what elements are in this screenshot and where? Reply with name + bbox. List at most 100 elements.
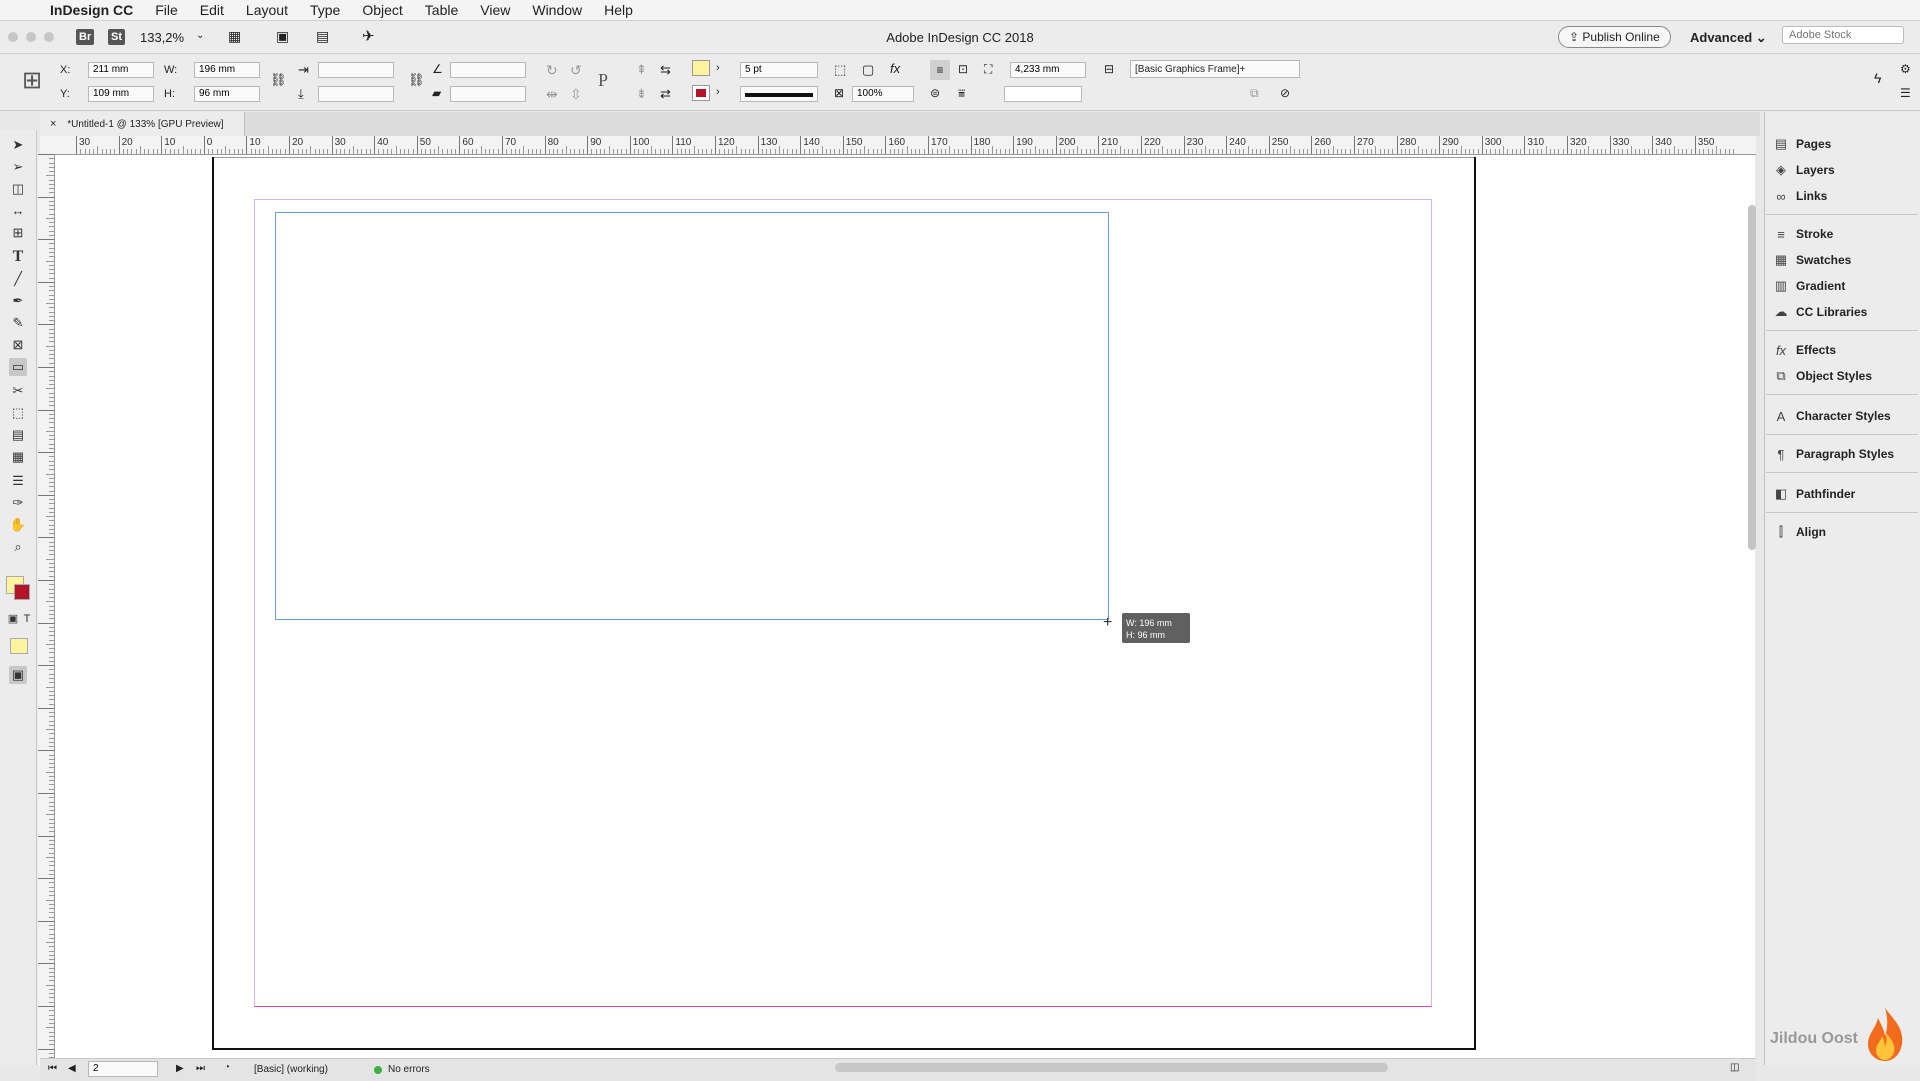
panel-effects[interactable]: fxEffects — [1772, 340, 1836, 360]
gradient-feather-tool-icon[interactable]: ▦ — [9, 448, 27, 466]
panel-paragraph-styles[interactable]: ¶Paragraph Styles — [1772, 444, 1894, 464]
stroke-type-select[interactable] — [740, 86, 818, 102]
frame-fitting-icon[interactable]: ⬚ — [834, 62, 846, 78]
menu-edit[interactable]: Edit — [200, 2, 224, 18]
preflight-profile[interactable]: [Basic] (working) — [254, 1064, 328, 1075]
panel-links[interactable]: ∞Links — [1772, 186, 1827, 206]
opacity-input[interactable] — [852, 86, 914, 102]
menu-window[interactable]: Window — [532, 2, 582, 18]
rectangle-frame-tool-icon[interactable]: ⊠ — [9, 336, 27, 354]
type-tool-icon[interactable]: T — [9, 248, 27, 266]
publish-rocket-icon[interactable]: ✈ — [362, 27, 375, 45]
workspace-switcher[interactable]: Advanced ⌄ — [1690, 30, 1767, 46]
split-layout-icon[interactable]: ◫ — [1730, 1062, 1739, 1073]
selection-tool-icon[interactable]: ➤ — [9, 136, 27, 154]
wrap-offset-input[interactable] — [1010, 62, 1086, 78]
publish-online-button[interactable]: ⇪ Publish Online — [1558, 26, 1671, 48]
apply-color-icon[interactable] — [10, 638, 28, 654]
pen-tool-icon[interactable]: ✒ — [9, 292, 27, 310]
vertical-ruler[interactable] — [38, 154, 55, 1066]
horizontal-scrollbar[interactable] — [835, 1063, 1388, 1072]
clear-overrides-icon[interactable]: ⧉ — [1250, 86, 1259, 101]
page-number-input[interactable] — [88, 1061, 158, 1077]
select-content-icon[interactable]: ⇟ — [636, 86, 647, 102]
select-next-icon[interactable]: ⇄ — [660, 86, 671, 102]
fill-menu-chevron-icon[interactable]: › — [716, 62, 720, 74]
direct-selection-tool-icon[interactable]: ➢ — [9, 158, 27, 176]
preflight-errors[interactable]: No errors — [388, 1064, 430, 1075]
free-transform-tool-icon[interactable]: ⬚ — [9, 404, 27, 422]
menu-object[interactable]: Object — [362, 2, 402, 18]
menu-view[interactable]: View — [480, 2, 510, 18]
select-container-icon[interactable]: ⇞ — [636, 62, 647, 78]
select-previous-icon[interactable]: ⇆ — [660, 62, 671, 78]
panel-stroke[interactable]: ≡Stroke — [1772, 224, 1833, 244]
panel-object-styles[interactable]: ⧉Object Styles — [1772, 366, 1872, 386]
rotate-cw-icon[interactable]: ↻ — [546, 62, 558, 79]
bridge-button[interactable]: Br — [76, 29, 94, 45]
document-tab[interactable]: × *Untitled-1 @ 133% [GPU Preview] — [40, 112, 245, 136]
scale-x-icon[interactable]: ⇥ — [298, 62, 309, 78]
page-tool-icon[interactable]: ◫ — [9, 180, 27, 198]
align-object-icon[interactable]: ⊜ — [930, 86, 940, 100]
screen-mode-icon[interactable]: ▣ — [276, 28, 289, 45]
stroke-swatch[interactable] — [692, 85, 710, 101]
stock-button[interactable]: St — [108, 29, 125, 45]
quick-apply-icon[interactable]: ϟ — [1874, 70, 1881, 86]
first-page-icon[interactable]: ⏮ — [48, 1063, 57, 1074]
hand-tool-icon[interactable]: ✋ — [9, 516, 27, 534]
control-panel-settings-icon[interactable]: ⚙ — [1900, 62, 1911, 76]
stroke-color-swatch[interactable] — [14, 584, 30, 600]
style-options-icon[interactable]: ⊘ — [1280, 86, 1290, 100]
vertical-scrollbar[interactable] — [1748, 205, 1756, 550]
corner-shape-select[interactable] — [1004, 86, 1082, 102]
view-options-icon[interactable]: ▦ — [228, 28, 241, 45]
constrain-scale-icon[interactable]: ⛓ — [408, 72, 425, 88]
scale-y-input[interactable] — [318, 86, 394, 102]
panel-cc-libraries[interactable]: ☁CC Libraries — [1772, 302, 1867, 322]
panel-character-styles[interactable]: ACharacter Styles — [1772, 406, 1891, 426]
flip-vertical-icon[interactable]: ⇳ — [570, 86, 582, 103]
chevron-down-icon[interactable]: ⌄ — [196, 30, 204, 41]
panel-gradient[interactable]: ▥Gradient — [1772, 276, 1845, 296]
scale-x-input[interactable] — [318, 62, 394, 78]
text-wrap-bbox-icon[interactable]: ⊡ — [958, 62, 968, 76]
last-page-icon[interactable]: ⏭ — [196, 1063, 205, 1074]
flip-horizontal-icon[interactable]: ⇹ — [546, 86, 558, 103]
menu-type[interactable]: Type — [310, 2, 340, 18]
open-page-icon[interactable]: ◔ — [224, 1062, 230, 1073]
zoom-level[interactable]: 133,2% — [140, 30, 184, 45]
rotate-ccw-icon[interactable]: ↺ — [570, 62, 582, 79]
panel-pathfinder[interactable]: ◧Pathfinder — [1772, 484, 1855, 504]
shear-angle-input[interactable] — [450, 86, 526, 102]
height-input[interactable] — [194, 86, 260, 102]
formatting-text-icon[interactable]: T — [18, 610, 36, 628]
menu-file[interactable]: File — [155, 2, 178, 18]
eyedropper-tool-icon[interactable]: ✑ — [9, 494, 27, 512]
x-position-input[interactable] — [88, 62, 154, 78]
text-wrap-none-icon[interactable]: ≡ — [930, 60, 950, 80]
distribute-icon[interactable]: ⩸ — [958, 86, 965, 101]
panel-align[interactable]: ⫿Align — [1772, 522, 1826, 542]
rotation-angle-icon[interactable]: ∠ — [432, 62, 443, 76]
zoom-tool-icon[interactable]: ⌕ — [9, 538, 27, 556]
scissors-tool-icon[interactable]: ✂ — [9, 382, 27, 400]
stroke-menu-chevron-icon[interactable]: › — [716, 86, 720, 98]
auto-fit-icon[interactable]: ⛶ — [984, 62, 992, 77]
reference-point-icon[interactable]: ⊞ — [22, 66, 42, 95]
menu-layout[interactable]: Layout — [246, 2, 288, 18]
pencil-tool-icon[interactable]: ✎ — [9, 314, 27, 332]
gradient-swatch-tool-icon[interactable]: ▤ — [9, 426, 27, 444]
close-tab-icon[interactable]: × — [50, 118, 56, 130]
adobe-stock-search-input[interactable] — [1782, 26, 1904, 44]
panel-pages[interactable]: ▤Pages — [1772, 134, 1831, 154]
effects-fx-icon[interactable]: fx — [890, 61, 900, 76]
arrange-documents-icon[interactable]: ▤ — [316, 28, 329, 45]
note-tool-icon[interactable]: ☰ — [9, 472, 27, 490]
menu-help[interactable]: Help — [604, 2, 633, 18]
panel-swatches[interactable]: ▦Swatches — [1772, 250, 1851, 270]
line-tool-icon[interactable]: ╱ — [9, 270, 27, 288]
content-collector-tool-icon[interactable]: ⊞ — [9, 224, 27, 242]
control-panel-menu-icon[interactable]: ☰ — [1900, 86, 1911, 100]
next-page-icon[interactable]: ▶ — [176, 1063, 184, 1074]
